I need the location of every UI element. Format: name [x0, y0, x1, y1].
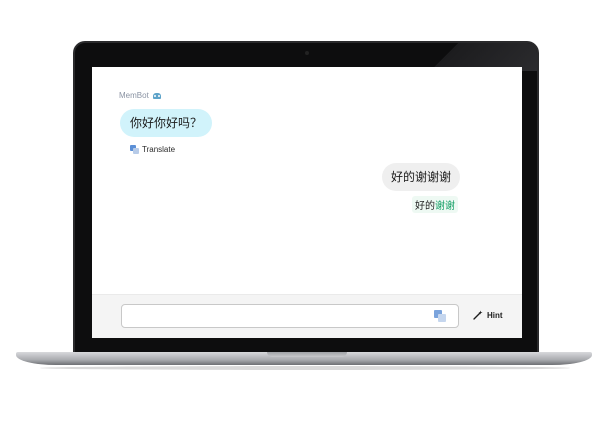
- translate-label: Translate: [142, 145, 176, 154]
- bot-message-bubble: 你好你好吗？: [120, 109, 213, 137]
- laptop-base-notch: [267, 352, 347, 357]
- correction-text: 好的谢谢: [412, 196, 458, 213]
- input-bar: Hint: [92, 294, 522, 338]
- hint-button[interactable]: Hint: [473, 310, 503, 320]
- correction-fixed: 谢谢: [435, 201, 455, 212]
- correction-kept: 好的: [415, 201, 435, 212]
- bot-icon: [153, 93, 162, 99]
- wand-icon: [473, 310, 483, 320]
- translate-button[interactable]: Translate: [130, 145, 175, 154]
- translate-icon[interactable]: [434, 310, 446, 322]
- hint-label: Hint: [487, 310, 503, 320]
- bot-name-label: MemBot: [119, 91, 162, 100]
- chat-screen: MemBot 你好你好吗？ Translate 好的谢谢谢 好的谢谢 Hint: [92, 67, 522, 338]
- message-input[interactable]: [121, 304, 459, 328]
- translate-icon: [130, 145, 139, 154]
- laptop-shadow: [40, 366, 570, 370]
- user-message-bubble: 好的谢谢谢: [381, 163, 460, 191]
- laptop-stage: MemBot 你好你好吗？ Translate 好的谢谢谢 好的谢谢 Hint: [0, 0, 614, 429]
- webcam: [305, 51, 309, 55]
- bot-name-text: MemBot: [119, 91, 149, 100]
